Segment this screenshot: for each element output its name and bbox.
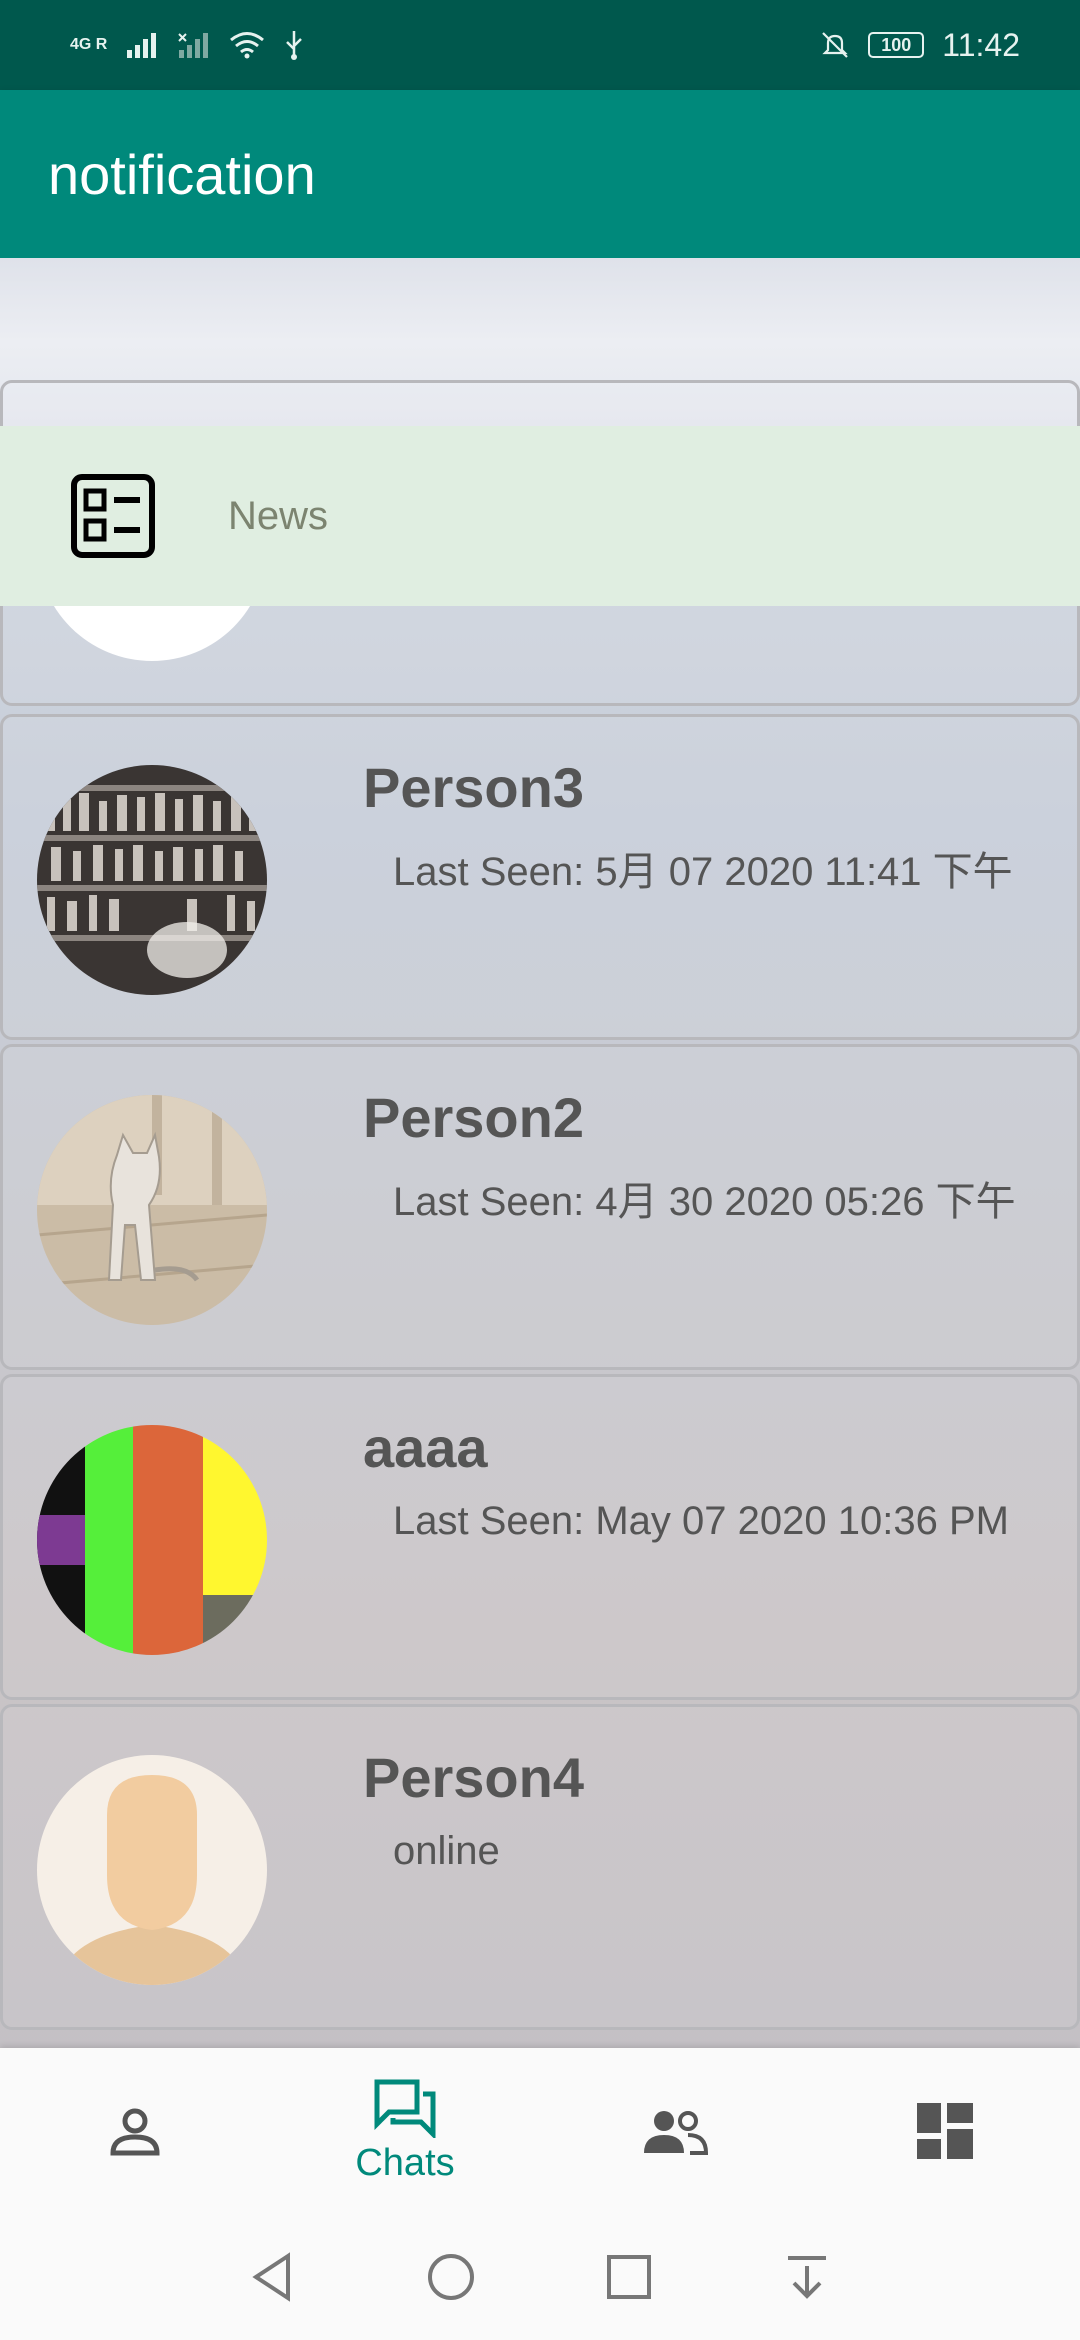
mute-notification-icon: [822, 32, 849, 58]
last-seen-text: Last Seen: 4月 30 2020 05:26 下午: [393, 1180, 1016, 1224]
news-icon: [71, 474, 155, 558]
usb-icon: [286, 31, 303, 60]
news-label: News: [228, 493, 329, 538]
system-navigation-bar: [0, 2214, 1080, 2340]
avatar: [37, 1425, 267, 1655]
nav-profile[interactable]: [5, 2048, 265, 2214]
status-right: 100 11:42: [820, 27, 1020, 64]
page-title: notification: [48, 142, 316, 206]
contact-item-person2[interactable]: Person2 Last Seen: 4月 30 2020 05:26 下午: [0, 1044, 1080, 1370]
avatar: [37, 1095, 267, 1325]
wifi-icon: [230, 32, 265, 59]
nav-chats-label: Chats: [355, 2141, 455, 2184]
nav-friends[interactable]: [545, 2048, 805, 2214]
default-person-avatar: [37, 1755, 267, 1985]
contact-name: Person3: [363, 756, 584, 819]
contact-item-person4[interactable]: Person4 online: [0, 1704, 1080, 2030]
back-icon[interactable]: [248, 2252, 298, 2302]
network-label: 4G R: [70, 36, 108, 53]
notification-pulldown-icon[interactable]: [782, 2252, 832, 2302]
avatar: [37, 765, 267, 995]
last-seen-text: Last Seen: May 07 2020 10:36 PM: [393, 1499, 1009, 1543]
contact-name: Person4: [363, 1746, 584, 1809]
status-text: online: [393, 1829, 500, 1873]
contact-name: aaaa: [363, 1416, 488, 1479]
battery-icon: 100: [868, 32, 925, 58]
nav-chats[interactable]: Chats: [275, 2048, 535, 2214]
friends-icon: [644, 2111, 708, 2155]
contact-item-person3[interactable]: Person3 Last Seen: 5月 07 2020 11:41 下午: [0, 714, 1080, 1040]
app-bar: notification: [0, 90, 1080, 258]
chats-icon: [374, 2079, 436, 2138]
signal-icon: [127, 33, 157, 58]
contact-name: Person2: [363, 1086, 584, 1149]
status-left: 4G R: [70, 29, 305, 61]
bottom-navigation: Chats: [0, 2048, 1080, 2214]
recents-icon[interactable]: [604, 2252, 654, 2302]
nav-dashboard[interactable]: [815, 2048, 1075, 2214]
dashboard-icon: [917, 2103, 973, 2159]
last-seen-text: Last Seen: 5月 07 2020 11:41 下午: [393, 850, 1013, 894]
clock: 11:42: [942, 26, 1020, 63]
status-bar: 4G R 100 11:42: [0, 0, 1080, 90]
contact-item-aaaa[interactable]: aaaa Last Seen: May 07 2020 10:36 PM: [0, 1374, 1080, 1700]
signal-off-icon: [178, 33, 209, 58]
news-menu-item[interactable]: News: [0, 426, 1080, 606]
profile-icon: [110, 2108, 160, 2156]
home-icon[interactable]: [426, 2252, 476, 2302]
